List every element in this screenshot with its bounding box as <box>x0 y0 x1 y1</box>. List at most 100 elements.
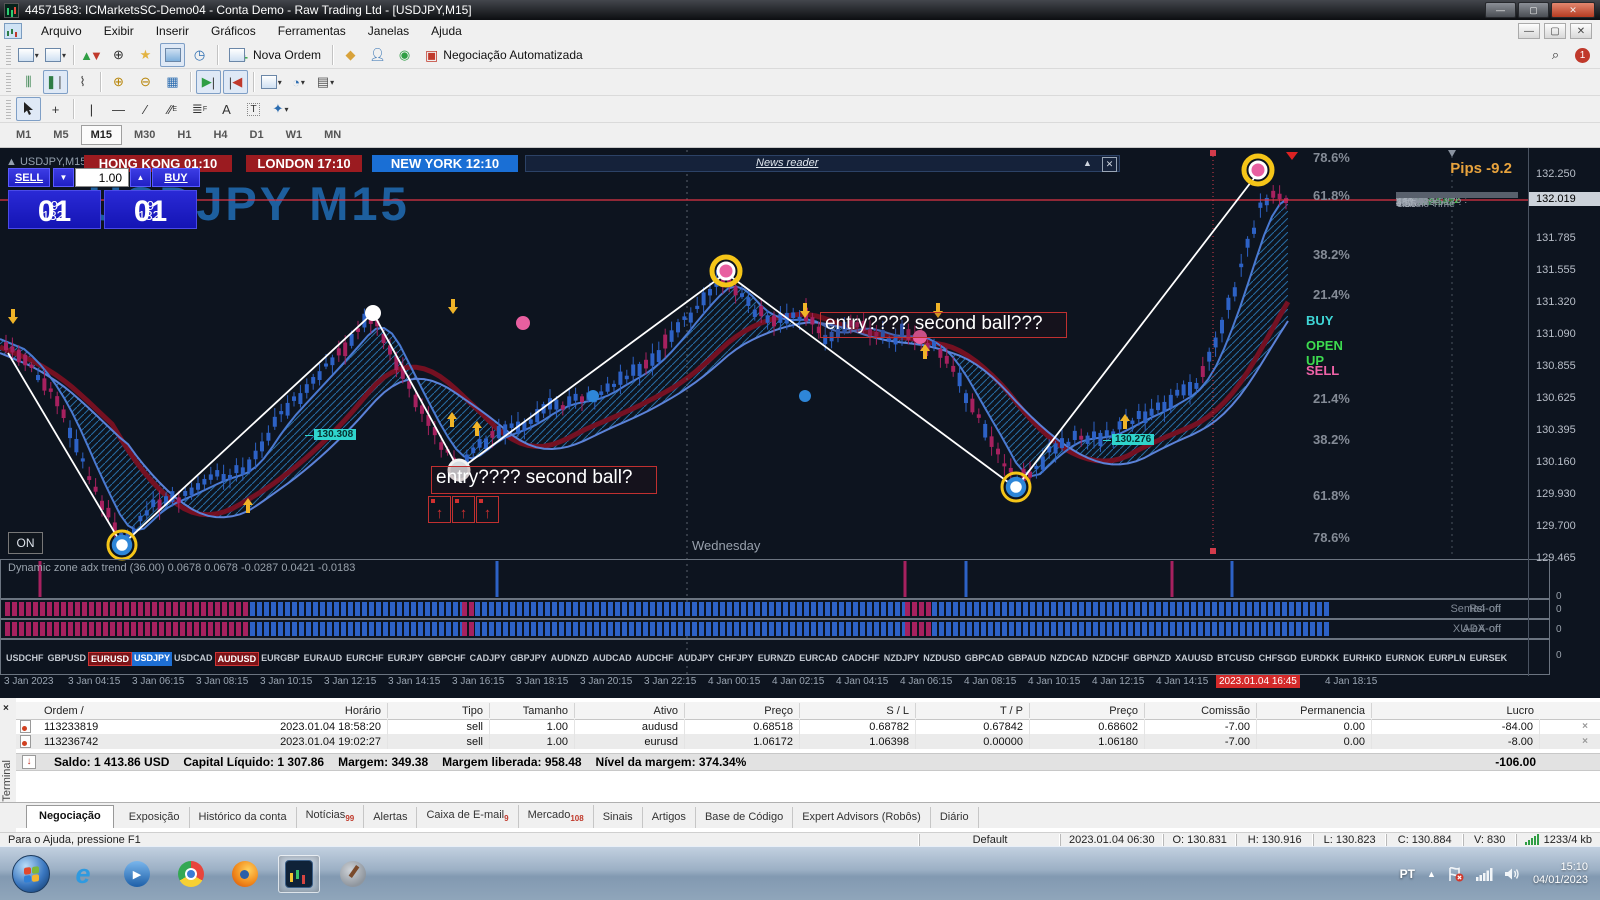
ticker-audjpy[interactable]: AUDJPY <box>676 652 717 666</box>
ticker-eurgbp[interactable]: EURGBP <box>259 652 302 666</box>
navigator-button[interactable]: ★ <box>133 43 158 67</box>
menu-arquivo[interactable]: Arquivo <box>30 21 93 41</box>
timeframe-m5[interactable]: M5 <box>43 125 78 145</box>
child-close-button[interactable]: ✕ <box>1570 23 1592 39</box>
ticker-xauusd[interactable]: XAUUSD <box>1173 652 1215 666</box>
ticker-gbpchf[interactable]: GBPCHF <box>426 652 468 666</box>
start-button[interactable] <box>12 855 50 893</box>
community-button[interactable]: 👤︎ <box>365 43 390 67</box>
child-minimize-button[interactable]: — <box>1518 23 1540 39</box>
entry-note[interactable]: entry???? second ball? <box>431 466 657 494</box>
timeframe-h1[interactable]: H1 <box>167 125 201 145</box>
tab-hist-rico-da-conta[interactable]: Histórico da conta <box>190 807 297 828</box>
tab-negocia-o[interactable]: Negociação <box>26 805 114 828</box>
buy-button[interactable]: BUY <box>152 168 200 187</box>
timeframe-mn[interactable]: MN <box>314 125 351 145</box>
ticker-eurnok[interactable]: EURNOK <box>1384 652 1427 666</box>
gimp-icon[interactable] <box>332 855 374 893</box>
timeframe-w1[interactable]: W1 <box>276 125 313 145</box>
templates-button[interactable]: ▤ ▾ <box>313 70 338 94</box>
column-7[interactable]: S / L <box>800 703 916 718</box>
toolbar-drag-handle[interactable] <box>6 72 11 92</box>
ticker-gbpaud[interactable]: GBPAUD <box>1006 652 1048 666</box>
column-6[interactable]: Preço <box>685 703 800 718</box>
close-button[interactable]: ✕ <box>1551 2 1595 18</box>
ticker-audusd[interactable]: AUDUSD <box>214 652 260 666</box>
trendline-button[interactable]: ∕ <box>133 97 158 121</box>
timeframe-h4[interactable]: H4 <box>203 125 237 145</box>
data-window-button[interactable]: ⊕ <box>106 43 131 67</box>
market-watch-button[interactable]: ▲ ▼ <box>79 43 104 67</box>
tab-alertas[interactable]: Alertas <box>364 807 418 828</box>
tab-caixa-de-e-mail[interactable]: Caixa de E-mail9 <box>417 804 519 828</box>
ticker-usdchf[interactable]: USDCHF <box>4 652 46 666</box>
sell-price[interactable]: 132 01 9 <box>8 190 101 229</box>
media-player-icon[interactable]: ▶ <box>116 855 158 893</box>
ticker-nzdcad[interactable]: NZDCAD <box>1048 652 1090 666</box>
price-scale[interactable]: 132.250 131.785 131.555 131.320 131.090 130.8… <box>1528 148 1600 676</box>
taskbar-clock[interactable]: 15:10 04/01/2023 <box>1533 861 1588 887</box>
column-11[interactable]: Permanencia <box>1257 703 1372 718</box>
volume-input[interactable]: 1.00 <box>75 168 129 187</box>
ticker-gbpnzd[interactable]: GBPNZD <box>1131 652 1173 666</box>
column-5[interactable]: Ativo <box>575 703 685 718</box>
auto-scroll-button[interactable]: ▶ | <box>196 70 221 94</box>
ticker-btcusd[interactable]: BTCUSD <box>1215 652 1257 666</box>
timeframe-m30[interactable]: M30 <box>124 125 165 145</box>
zoom-out-button[interactable]: ⊖ <box>133 70 158 94</box>
candlestick-button[interactable]: ❚ ❘ <box>43 70 68 94</box>
periods-button[interactable]: ◔ ▾ <box>286 70 311 94</box>
entry-note[interactable]: entry???? second ball??? <box>820 312 1067 338</box>
network-signal-icon[interactable] <box>1475 867 1493 881</box>
action-center-flag-icon[interactable] <box>1448 866 1464 882</box>
menu-ferramentas[interactable]: Ferramentas <box>267 21 357 41</box>
metatrader-taskbar-icon[interactable] <box>278 855 320 893</box>
news-collapse-icon[interactable]: ▲ <box>1083 158 1092 168</box>
toolbar-drag-handle[interactable] <box>6 99 11 119</box>
horizontal-line-button[interactable]: — <box>106 97 131 121</box>
volume-increase-icon[interactable]: ▲ <box>130 168 151 187</box>
volume-icon[interactable] <box>1504 867 1521 881</box>
ticker-eurpln[interactable]: EURPLN <box>1427 652 1468 666</box>
ticker-usdjpy[interactable]: USDJPY <box>132 652 173 666</box>
cursor-button[interactable] <box>16 97 41 121</box>
ticker-eurdkk[interactable]: EURDKK <box>1299 652 1342 666</box>
news-close-icon[interactable]: ✕ <box>1102 157 1117 172</box>
metaeditor-button[interactable]: ◆ <box>338 43 363 67</box>
column-10[interactable]: Comissão <box>1145 703 1257 718</box>
ticker-eurjpy[interactable]: EURJPY <box>386 652 426 666</box>
column-9[interactable]: Preço <box>1030 703 1145 718</box>
time-scale[interactable]: 3 Jan 2023 3 Jan 04:15 3 Jan 06:15 3 Jan 08… <box>0 675 1600 690</box>
menu-inserir[interactable]: Inserir <box>145 21 200 41</box>
new-chart-button[interactable]: +▾ <box>16 43 41 67</box>
signals-button[interactable]: ◉ <box>392 43 417 67</box>
chrome-icon[interactable] <box>170 855 212 893</box>
tab-di-rio[interactable]: Diário <box>931 807 979 828</box>
chart-area[interactable]: USDJPY M15 ▲ USDJPY,M15 HONG KONG 01:10 L… <box>0 148 1600 698</box>
ticker-chfsgd[interactable]: CHFSGD <box>1257 652 1299 666</box>
column-2[interactable]: Horário <box>170 703 388 718</box>
ticker-nzdusd[interactable]: NZDUSD <box>921 652 963 666</box>
timeframe-m15[interactable]: M15 <box>80 125 122 145</box>
column-8[interactable]: T / P <box>916 703 1030 718</box>
internet-explorer-icon[interactable]: e <box>62 855 104 893</box>
tab-expert-advisors-rob-s-[interactable]: Expert Advisors (Robôs) <box>793 807 931 828</box>
menu-ajuda[interactable]: Ajuda <box>420 21 473 41</box>
tray-expand-icon[interactable]: ▲ <box>1427 869 1436 879</box>
ticker-eurcad[interactable]: EURCAD <box>797 652 840 666</box>
sell-button[interactable]: SELL <box>8 168 50 187</box>
ticker-audnzd[interactable]: AUDNZD <box>549 652 591 666</box>
autotrading-button[interactable]: ▣ Negociação Automatizada <box>418 44 590 66</box>
notification-badge[interactable]: 1 <box>1575 47 1590 63</box>
tile-windows-button[interactable]: ▦ <box>160 70 185 94</box>
timeframe-d1[interactable]: D1 <box>240 125 274 145</box>
language-indicator[interactable]: PT <box>1400 867 1415 881</box>
indicators-button[interactable]: +▾ <box>259 70 284 94</box>
ticker-audcad[interactable]: AUDCAD <box>591 652 634 666</box>
ticker-eurusd[interactable]: EURUSD <box>88 652 133 666</box>
text-label-button[interactable]: T <box>241 97 266 121</box>
column-12[interactable]: Lucro <box>1372 703 1540 718</box>
fibonacci-button[interactable]: ≣ F <box>187 97 212 121</box>
ticker-chfjpy[interactable]: CHFJPY <box>716 652 756 666</box>
ticker-euraud[interactable]: EURAUD <box>302 652 345 666</box>
